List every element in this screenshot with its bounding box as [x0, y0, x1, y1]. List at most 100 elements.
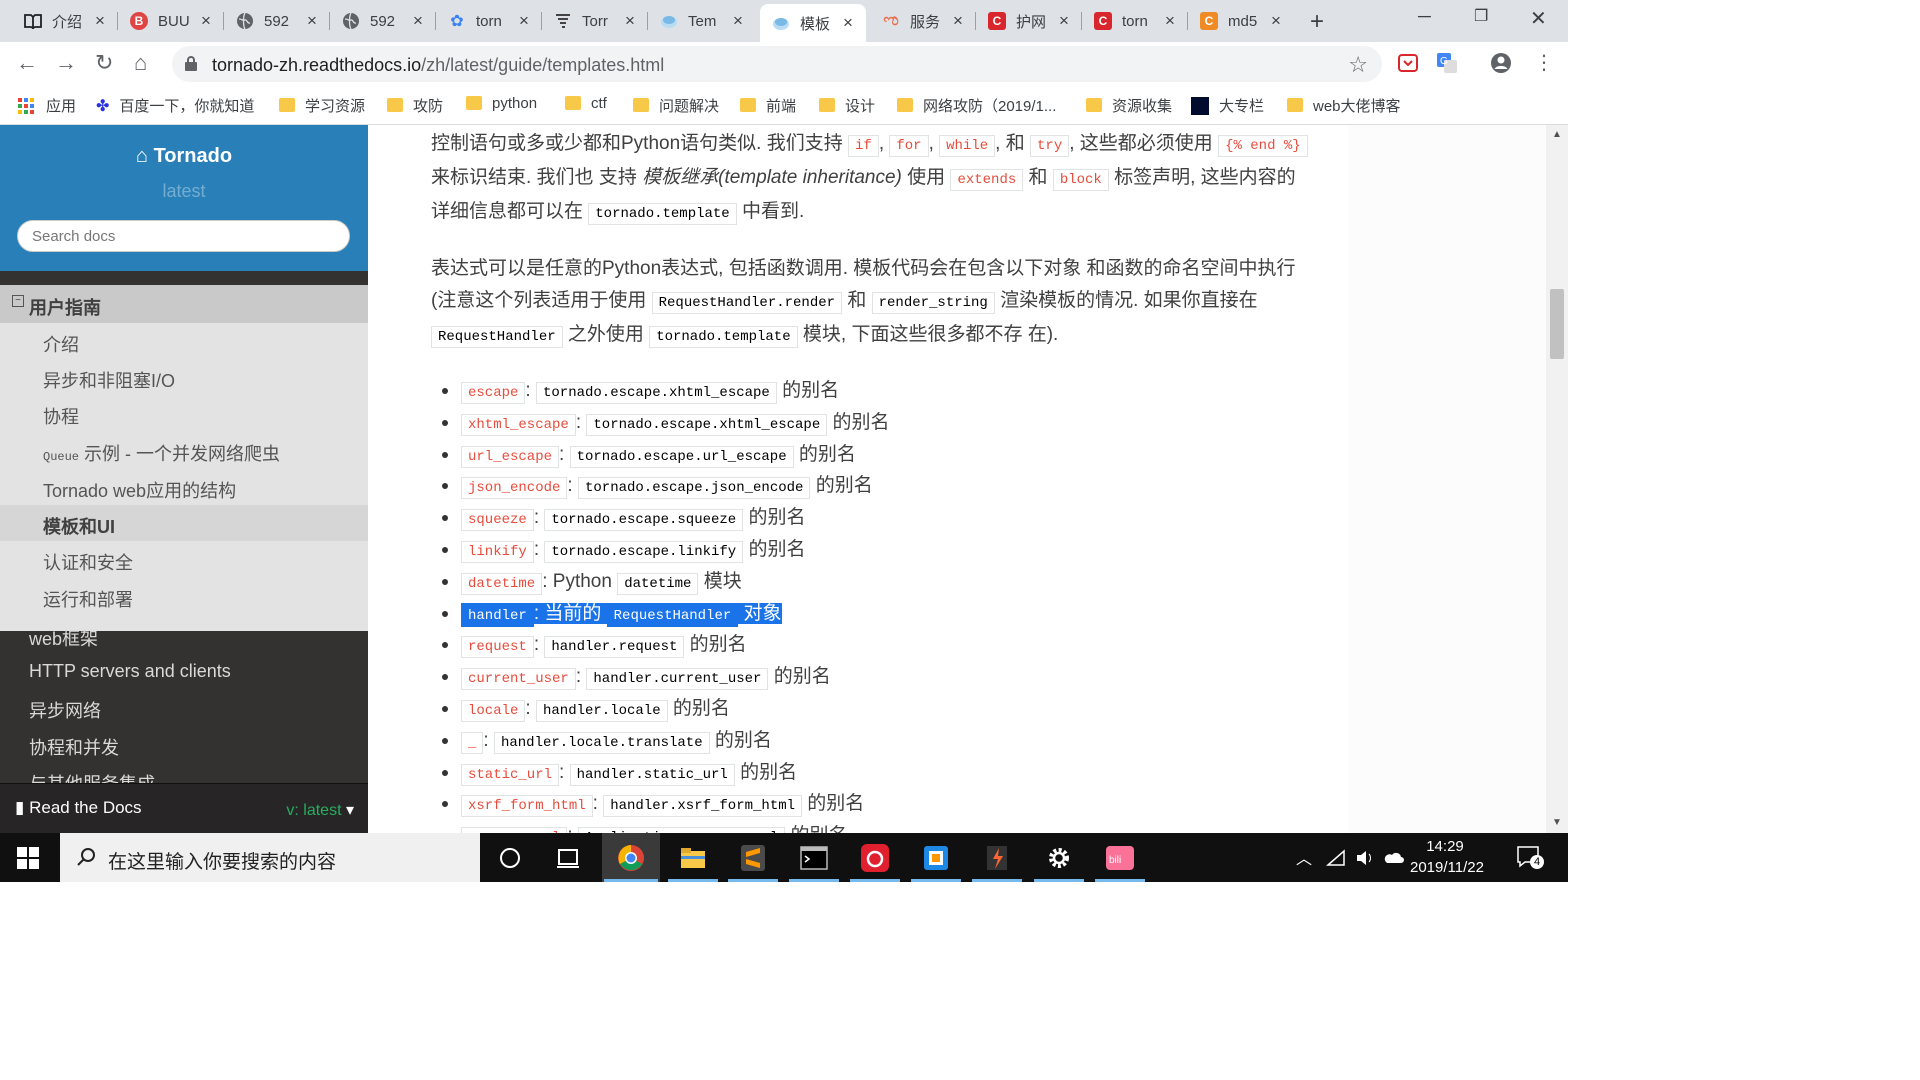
nav-item-async-networking[interactable]: 异步网络	[0, 689, 368, 725]
bookmark-folder[interactable]: 前端	[740, 95, 796, 116]
burp-suite-icon[interactable]	[982, 843, 1012, 873]
tab-close-icon[interactable]: ×	[92, 11, 108, 31]
tab-close-icon[interactable]: ×	[622, 11, 638, 31]
code-xref-link[interactable]: tornado.escape.url_escape	[569, 445, 794, 468]
reload-icon[interactable]: ↻	[95, 50, 113, 76]
code-xref-link[interactable]: tornado.escape.squeeze	[544, 509, 744, 532]
nav-item-intro[interactable]: 介绍	[0, 323, 368, 359]
forward-arrow-icon[interactable]: →	[55, 50, 77, 76]
nav-item-web-framework[interactable]: web框架	[0, 617, 368, 653]
taskbar-clock[interactable]: 14:29 2019/11/22	[1410, 836, 1484, 878]
taskbar-search-box[interactable]: 在这里输入你要搜索的内容	[60, 833, 480, 882]
collapse-toggle-icon[interactable]: −	[12, 295, 24, 307]
tab-11[interactable]: C md5 ×	[1188, 4, 1294, 38]
nav-section-user-guide[interactable]: − 用户指南	[0, 285, 368, 323]
code-xref-link[interactable]: handler.locale.translate	[493, 731, 710, 754]
tab-close-icon[interactable]: ×	[1268, 11, 1284, 31]
tab-close-icon[interactable]: ×	[840, 13, 856, 33]
search-docs-input[interactable]	[17, 220, 350, 252]
pocket-extension-icon[interactable]	[1397, 52, 1419, 74]
task-view-icon[interactable]	[553, 843, 583, 873]
code-xref-link[interactable]: tornado.escape.linkify	[544, 540, 744, 563]
home-icon[interactable]: ⌂	[134, 50, 147, 76]
scrollbar-thumb[interactable]	[1550, 289, 1564, 359]
close-window-button[interactable]: ✕	[1530, 6, 1547, 31]
tab-4[interactable]: ✿ torn ×	[436, 4, 542, 38]
netease-music-icon[interactable]	[860, 843, 890, 873]
windows-start-icon[interactable]	[17, 847, 39, 869]
tab-close-icon[interactable]: ×	[1162, 11, 1178, 31]
tab-0[interactable]: 介绍 ×	[12, 4, 118, 38]
tab-3[interactable]: 592 ×	[330, 4, 436, 38]
file-explorer-icon[interactable]	[678, 843, 708, 873]
terminal-icon[interactable]	[799, 843, 829, 873]
nav-item-http[interactable]: HTTP servers and clients	[0, 653, 368, 689]
tab-close-icon[interactable]: ×	[1056, 11, 1072, 31]
bookmark-folder[interactable]: 攻防	[387, 95, 443, 116]
virtualbox-icon[interactable]	[921, 843, 951, 873]
code-xref-link[interactable]: RequestHandler.render	[651, 292, 843, 314]
tab-5[interactable]: Torr ×	[542, 4, 648, 38]
bookmark-folder[interactable]: web大佬博客	[1287, 95, 1401, 116]
bookmark-folder[interactable]: 学习资源	[279, 95, 365, 116]
code-xref-link[interactable]: RequestHandler	[431, 326, 563, 348]
tab-close-icon[interactable]: ×	[410, 11, 426, 31]
code-xref-link[interactable]: RequestHandler	[606, 604, 739, 627]
bookmark-folder[interactable]: 问题解决	[633, 95, 719, 116]
bookmark-folder[interactable]: python	[466, 95, 537, 112]
account-icon[interactable]	[1490, 52, 1512, 74]
address-bar[interactable]: tornado-zh.readthedocs.io/zh/latest/guid…	[172, 46, 1382, 82]
nav-item-auth-security[interactable]: 认证和安全	[0, 541, 368, 577]
tab-6[interactable]: Tem ×	[648, 4, 756, 38]
onedrive-cloud-icon[interactable]	[1382, 850, 1404, 864]
menu-dots-icon[interactable]: ⋮	[1534, 50, 1554, 75]
code-xref-link[interactable]: handler.xsrf_form_html	[603, 795, 803, 818]
scroll-down-arrow-icon[interactable]: ▼	[1552, 817, 1562, 828]
settings-gear-icon[interactable]	[1044, 843, 1074, 873]
task-view-circle-icon[interactable]	[495, 843, 525, 873]
nav-item-app-structure[interactable]: Tornado web应用的结构	[0, 469, 368, 505]
read-the-docs-flyout[interactable]: ▮ Read the Docs v: latest ▾	[0, 783, 368, 833]
bookmark-apps[interactable]: 应用	[18, 95, 76, 116]
nav-item-queue-example[interactable]: Queue 示例 - 一个并发网络爬虫	[0, 432, 368, 468]
code-xref-link[interactable]: tornado.template	[588, 203, 737, 225]
sublime-text-icon[interactable]	[738, 843, 768, 873]
network-wifi-icon[interactable]	[1326, 849, 1346, 867]
tab-close-icon[interactable]: ×	[950, 11, 966, 31]
google-translate-icon[interactable]: G	[1436, 52, 1458, 74]
tab-close-icon[interactable]: ×	[198, 11, 214, 31]
action-center-icon[interactable]: 4	[1516, 845, 1544, 874]
page-scrollbar[interactable]: ▲ ▼	[1546, 125, 1568, 833]
bookmark-folder[interactable]: 资源收集	[1086, 95, 1172, 116]
tab-close-icon[interactable]: ×	[516, 11, 532, 31]
project-home-link[interactable]: ⌂ Tornado	[0, 145, 368, 168]
tab-close-icon[interactable]: ×	[304, 11, 320, 31]
nav-item-coroutines-concurrency[interactable]: 协程和并发	[0, 726, 368, 762]
nav-item-coroutines[interactable]: 协程	[0, 395, 368, 431]
bookmark-folder[interactable]: ctf	[565, 95, 607, 112]
tray-expand-chevron-icon[interactable]: ︿	[1296, 845, 1312, 869]
bilibili-icon[interactable]: bili	[1105, 843, 1135, 873]
minimize-button[interactable]: ─	[1418, 6, 1431, 27]
tab-7-active[interactable]: 模板 ×	[760, 4, 866, 42]
back-arrow-icon[interactable]: ←	[16, 50, 38, 76]
bookmark-baidu[interactable]: ✤ 百度一下，你就知道	[96, 95, 254, 116]
url-text[interactable]: tornado-zh.readthedocs.io/zh/latest/guid…	[212, 55, 664, 76]
code-xref-link[interactable]: tornado.template	[649, 326, 798, 348]
tab-9[interactable]: C 护网 ×	[976, 4, 1082, 38]
code-xref-link[interactable]: render_string	[871, 292, 995, 314]
code-xref-link[interactable]: handler.current_user	[586, 668, 769, 691]
tab-10[interactable]: C torn ×	[1082, 4, 1188, 38]
code-xref-link[interactable]: handler.locale	[535, 699, 668, 722]
bookmark-folder[interactable]: 设计	[819, 95, 875, 116]
code-xref-link[interactable]: tornado.escape.xhtml_escape	[535, 382, 777, 404]
tab-8[interactable]: ಌ 服务 ×	[870, 4, 976, 38]
code-xref-link[interactable]: handler.request	[544, 636, 685, 659]
code-xref-link[interactable]: tornado.escape.xhtml_escape	[586, 413, 828, 436]
bookmark-folder[interactable]: 网络攻防（2019/1...	[897, 95, 1056, 116]
tab-2[interactable]: 592 ×	[224, 4, 330, 38]
nav-item-async-io[interactable]: 异步和非阻塞I/O	[0, 359, 368, 395]
tab-close-icon[interactable]: ×	[730, 11, 746, 31]
nav-item-deployment[interactable]: 运行和部署	[0, 578, 368, 614]
restore-button[interactable]: ❐	[1474, 6, 1488, 26]
